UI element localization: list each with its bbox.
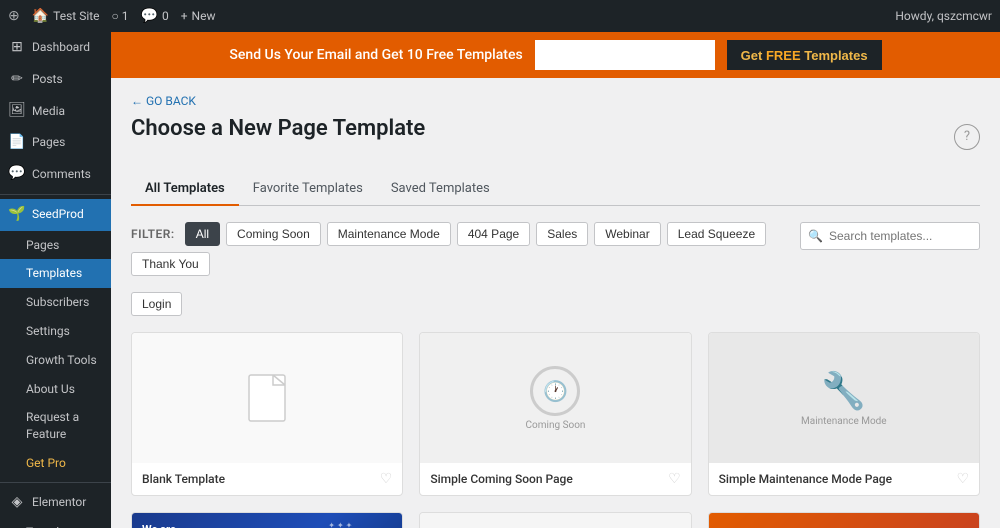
clock-icon: 🕐 [530, 366, 580, 416]
page-title: Choose a New Page Template [131, 116, 425, 141]
sidebar-item-dashboard[interactable]: ⊞ Dashboard [0, 32, 111, 64]
user-greeting: Howdy, qszcmcwr [895, 9, 992, 23]
template-thumb-coming-soon: 🕐 Coming Soon [420, 333, 690, 463]
heart-blank[interactable]: ♡ [380, 471, 393, 487]
template-card-blank[interactable]: Blank Template ♡ [131, 332, 403, 496]
admin-bar: ⊕ 🏠 Test Site ○ 1 💬 0 + New Howdy, qszcm… [0, 0, 1000, 32]
new-link[interactable]: + New [181, 9, 216, 23]
filter-label: FILTER: [131, 227, 175, 241]
template-thumb-maintenance: 🔧 Maintenance Mode [709, 333, 979, 463]
media-icon: 🖼 [8, 101, 26, 121]
main-content: Send Us Your Email and Get 10 Free Templ… [111, 32, 1000, 528]
template-name-coming-soon: Simple Coming Soon Page ♡ [420, 463, 690, 495]
template-thumb-rocket: We areComing Soon ✦ ✦ ✦ 🚀 [132, 513, 402, 528]
template-card-fitness[interactable]: JOINOUR 30 DAY FITNESS CHALLENGE Fitness… [708, 512, 980, 528]
filter-lead-squeeze[interactable]: Lead Squeeze [667, 222, 766, 246]
template-grid: Blank Template ♡ 🕐 Coming Soon Simple Co… [131, 332, 980, 528]
promo-bar: Send Us Your Email and Get 10 Free Templ… [111, 32, 1000, 78]
promo-button[interactable]: Get FREE Templates [727, 40, 882, 70]
dashboard-icon: ⊞ [8, 38, 26, 58]
comment-icon: 💬 [141, 8, 158, 24]
filter-coming-soon[interactable]: Coming Soon [226, 222, 321, 246]
comments-icon: 💬 [8, 164, 26, 184]
filter-sales[interactable]: Sales [536, 222, 588, 246]
help-button[interactable]: ? [954, 124, 980, 150]
filter-all[interactable]: All [185, 222, 220, 246]
sidebar-item-pages-sub[interactable]: Pages [0, 231, 111, 260]
back-link[interactable]: ← GO BACK [131, 94, 980, 108]
page-area: ← GO BACK Choose a New Page Template ? A… [111, 78, 1000, 528]
sidebar-item-growth-tools[interactable]: Growth Tools [0, 346, 111, 375]
sidebar-item-posts[interactable]: ✏ Posts [0, 64, 111, 96]
customize-link[interactable]: ○ 1 [112, 9, 129, 23]
template-thumb-fitness: JOINOUR 30 DAY FITNESS CHALLENGE [709, 513, 979, 528]
sidebar-item-request-feature[interactable]: Request a Feature [0, 403, 111, 449]
template-thumb-down: WE'RE DOWN FOR MAINTAINENCE 🏗 [420, 513, 690, 528]
tab-saved-templates[interactable]: Saved Templates [377, 173, 504, 206]
wp-icon: ⊕ [8, 8, 20, 24]
sidebar-item-comments[interactable]: 💬 Comments [0, 158, 111, 190]
heart-coming-soon[interactable]: ♡ [668, 471, 681, 487]
search-input[interactable] [800, 222, 980, 250]
template-name-maintenance: Simple Maintenance Mode Page ♡ [709, 463, 979, 495]
template-thumb-blank [132, 333, 402, 463]
promo-email-input[interactable] [535, 40, 715, 70]
tabs-bar: All Templates Favorite Templates Saved T… [131, 173, 980, 206]
comments-link[interactable]: 💬 0 [141, 8, 169, 24]
sidebar-item-seedprod[interactable]: 🌱 SeedProd [0, 199, 111, 231]
search-icon: 🔍 [808, 229, 823, 243]
home-icon: 🏠 [32, 8, 49, 24]
tab-favorite-templates[interactable]: Favorite Templates [239, 173, 377, 206]
promo-text: Send Us Your Email and Get 10 Free Templ… [229, 47, 522, 63]
posts-icon: ✏ [8, 70, 26, 90]
filter-thank-you[interactable]: Thank You [131, 252, 210, 276]
filter-bar: FILTER: All Coming Soon Maintenance Mode… [131, 222, 800, 276]
wp-logo[interactable]: ⊕ [8, 8, 20, 24]
sidebar-item-subscribers-sub[interactable]: Subscribers [0, 288, 111, 317]
sidebar-item-elementor[interactable]: ◈ Elementor [0, 487, 111, 519]
wrench-icon: 🔧 [821, 370, 866, 412]
sidebar: ⊞ Dashboard ✏ Posts 🖼 Media 📄 Pages 💬 Co… [0, 32, 111, 528]
heart-maintenance[interactable]: ♡ [956, 471, 969, 487]
sidebar-item-pages[interactable]: 📄 Pages [0, 127, 111, 159]
filter-webinar[interactable]: Webinar [594, 222, 660, 246]
tab-all-templates[interactable]: All Templates [131, 173, 239, 206]
sidebar-item-media[interactable]: 🖼 Media [0, 95, 111, 127]
filter-404[interactable]: 404 Page [457, 222, 530, 246]
elementor-icon: ◈ [8, 493, 26, 513]
sidebar-item-about-us[interactable]: About Us [0, 375, 111, 404]
stars-decoration: ✦ ✦ ✦ [328, 521, 352, 528]
sidebar-item-settings-sub[interactable]: Settings [0, 317, 111, 346]
template-card-rocket[interactable]: We areComing Soon ✦ ✦ ✦ 🚀 Rocket Coming … [131, 512, 403, 528]
site-name[interactable]: 🏠 Test Site [32, 8, 100, 24]
template-card-coming-soon[interactable]: 🕐 Coming Soon Simple Coming Soon Page ♡ [419, 332, 691, 496]
pages-icon: 📄 [8, 133, 26, 153]
template-name-blank: Blank Template ♡ [132, 463, 402, 495]
sidebar-item-get-pro[interactable]: Get Pro [0, 449, 111, 478]
sidebar-item-elementor-templates[interactable]: Templates [0, 518, 111, 528]
filter-login[interactable]: Login [131, 292, 182, 316]
sidebar-item-templates-sub[interactable]: Templates [0, 259, 111, 288]
template-card-maintenance[interactable]: 🔧 Maintenance Mode Simple Maintenance Mo… [708, 332, 980, 496]
filter-maintenance[interactable]: Maintenance Mode [327, 222, 451, 246]
seedprod-icon: 🌱 [8, 205, 26, 225]
template-card-down-maintenance[interactable]: WE'RE DOWN FOR MAINTAINENCE 🏗 Down Maint… [419, 512, 691, 528]
search-sidebar: 🔍 [800, 222, 980, 250]
